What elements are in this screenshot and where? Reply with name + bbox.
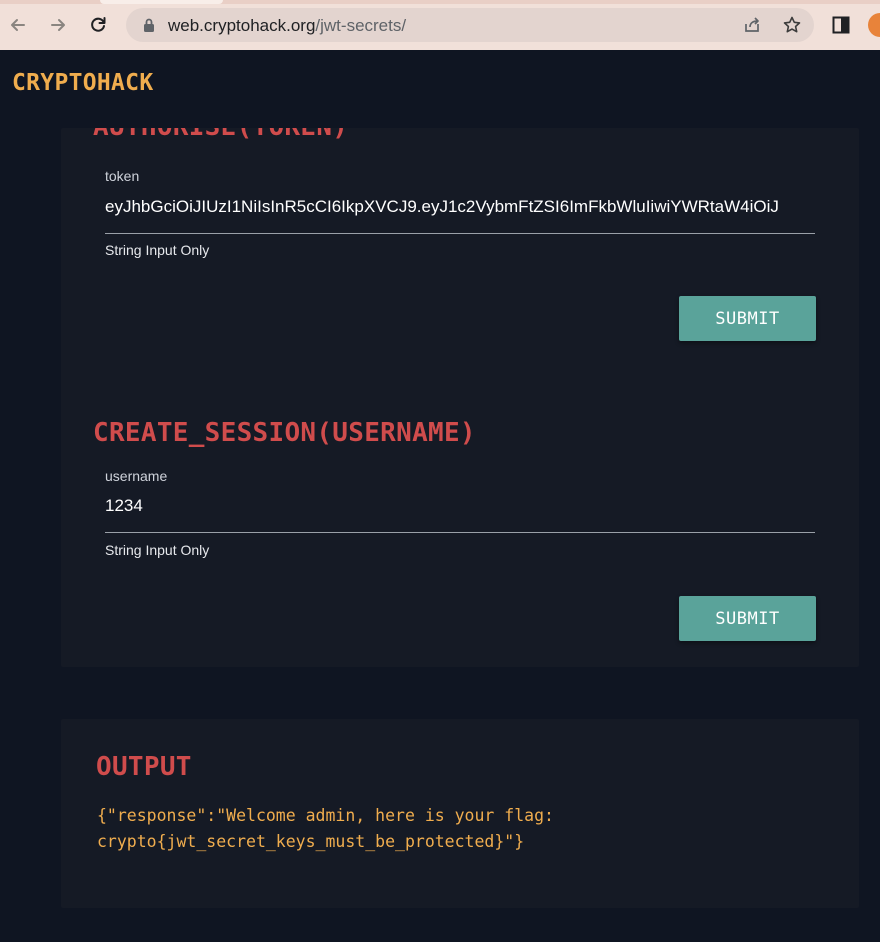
username-underline — [105, 532, 815, 533]
url-host: web.cryptohack.org — [168, 16, 316, 35]
username-input[interactable] — [105, 495, 815, 517]
profile-avatar[interactable] — [868, 13, 880, 37]
authorise-submit-button[interactable]: SUBMIT — [679, 296, 816, 341]
active-tab[interactable] — [100, 0, 223, 4]
create-session-submit-button[interactable]: SUBMIT — [679, 596, 816, 641]
back-button[interactable] — [6, 13, 30, 37]
reload-icon — [91, 17, 106, 32]
token-label: token — [105, 168, 140, 184]
address-bar[interactable]: web.cryptohack.org/jwt-secrets/ — [126, 8, 814, 42]
output-heading: OUTPUT — [96, 752, 192, 782]
username-label: username — [105, 468, 168, 484]
browser-toolbar: web.cryptohack.org/jwt-secrets/ — [0, 0, 880, 50]
username-helper-text: String Input Only — [105, 542, 210, 558]
url-text[interactable]: web.cryptohack.org/jwt-secrets/ — [168, 16, 406, 36]
site-logo[interactable]: CRYPTOHACK — [12, 70, 153, 96]
forward-button[interactable] — [46, 13, 70, 37]
lock-icon[interactable] — [142, 17, 156, 33]
side-panel-icon[interactable] — [832, 16, 850, 34]
share-icon[interactable] — [742, 15, 762, 35]
back-arrow-icon — [11, 19, 25, 31]
bookmark-star-icon[interactable] — [782, 15, 802, 35]
create-session-heading: CREATE_SESSION(USERNAME) — [93, 418, 476, 448]
forward-arrow-icon — [51, 19, 65, 31]
reload-button[interactable] — [86, 13, 110, 37]
token-input[interactable] — [105, 196, 815, 218]
url-path: /jwt-secrets/ — [315, 16, 407, 35]
token-underline — [105, 233, 815, 234]
site-header: CRYPTOHACK — [0, 50, 880, 128]
output-response: {"response":"Welcome admin, here is your… — [97, 806, 564, 851]
token-helper-text: String Input Only — [105, 242, 210, 258]
